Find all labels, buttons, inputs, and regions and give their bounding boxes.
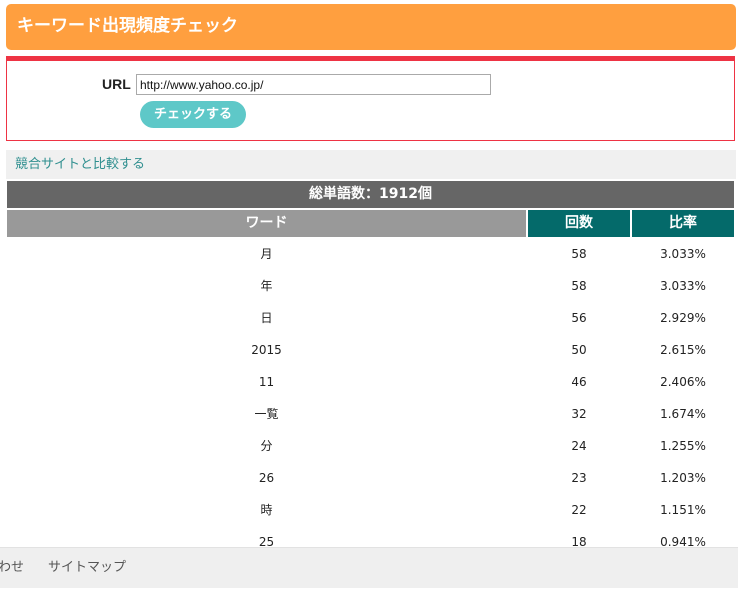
word-cell: 年 xyxy=(260,279,273,293)
total-word-count: 総単語数：1912個 xyxy=(7,181,734,208)
count-cell: 50 xyxy=(571,343,587,357)
ratio-cell: 2.615% xyxy=(660,343,706,357)
column-header-ratio: 比率 xyxy=(632,210,734,237)
footer-contact-link[interactable]: わせ xyxy=(0,548,24,588)
count-cell: 58 xyxy=(571,279,587,293)
table-row: 2015 50 2.615% xyxy=(7,334,734,366)
results-table-body: 月 58 3.033% 年 58 3.033% 日 56 2.929% 2015… xyxy=(7,238,734,558)
word-cell: 一覧 xyxy=(254,407,279,421)
table-row: 26 23 1.203% xyxy=(7,462,734,494)
ratio-cell: 2.406% xyxy=(660,375,706,389)
footer-sitemap-link[interactable]: サイトマップ xyxy=(48,548,126,588)
ratio-cell: 1.674% xyxy=(660,407,706,421)
count-cell: 32 xyxy=(571,407,587,421)
footer-bar: わせ サイトマップ xyxy=(0,547,738,588)
page-title: キーワード出現頻度チェック xyxy=(6,4,736,50)
count-cell: 24 xyxy=(571,439,587,453)
word-cell: 日 xyxy=(260,311,273,325)
url-form: URL チェックする xyxy=(6,56,735,141)
table-row: 時 22 1.151% xyxy=(7,494,734,526)
compare-sites-link[interactable]: 競合サイトと比較する xyxy=(15,157,145,172)
url-label: URL xyxy=(102,76,131,92)
table-row: 月 58 3.033% xyxy=(7,238,734,270)
ratio-cell: 3.033% xyxy=(660,247,706,261)
ratio-cell: 1.203% xyxy=(660,471,706,485)
word-cell: 月 xyxy=(260,247,273,261)
column-header-count: 回数 xyxy=(528,210,630,237)
column-header-word: ワード xyxy=(7,210,526,237)
table-row: 一覧 32 1.674% xyxy=(7,398,734,430)
ratio-cell: 2.929% xyxy=(660,311,706,325)
table-row: 分 24 1.255% xyxy=(7,430,734,462)
table-row: 日 56 2.929% xyxy=(7,302,734,334)
count-cell: 56 xyxy=(571,311,587,325)
compare-bar: 競合サイトと比較する xyxy=(6,150,736,179)
ratio-cell: 1.151% xyxy=(660,503,706,517)
word-cell: 分 xyxy=(260,439,273,453)
ratio-cell: 1.255% xyxy=(660,439,706,453)
ratio-cell: 3.033% xyxy=(660,279,706,293)
word-cell: 11 xyxy=(258,375,275,389)
check-button[interactable]: チェックする xyxy=(140,101,246,128)
url-input[interactable] xyxy=(136,74,491,95)
table-row: 年 58 3.033% xyxy=(7,270,734,302)
word-cell: 時 xyxy=(260,503,273,517)
word-cell: 2015 xyxy=(251,343,282,357)
count-cell: 46 xyxy=(571,375,587,389)
count-cell: 23 xyxy=(571,471,587,485)
table-row: 11 46 2.406% xyxy=(7,366,734,398)
count-cell: 58 xyxy=(571,247,587,261)
count-cell: 22 xyxy=(571,503,587,517)
word-cell: 26 xyxy=(258,471,275,485)
